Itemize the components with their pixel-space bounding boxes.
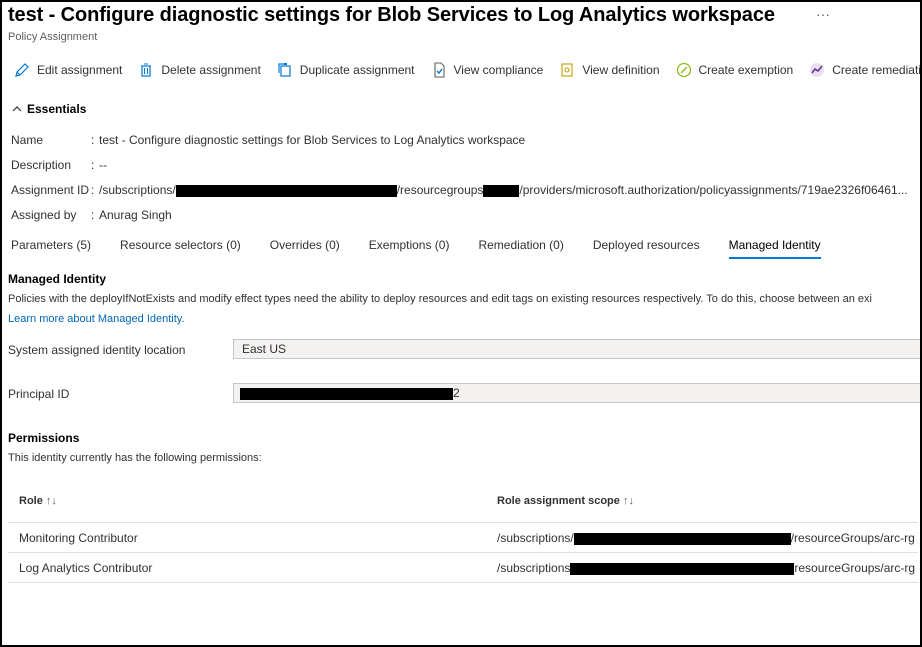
create-exemption-label: Create exemption <box>698 63 794 77</box>
duplicate-assignment-label: Duplicate assignment <box>299 63 415 77</box>
sort-icon: ↑↓ <box>45 495 57 507</box>
table-divider <box>8 552 918 553</box>
scope-prefix: /subscriptions/ <box>497 531 574 545</box>
scope-suffix: resourceGroups/arc-rg <box>794 561 916 575</box>
table-row-scope: /subscriptions/ /resourceGroups/arc-rg <box>497 531 915 545</box>
view-definition-label: View definition <box>582 63 660 77</box>
redacted-block <box>483 184 520 197</box>
managed-identity-description: Policies with the deployIfNotExists and … <box>8 293 872 305</box>
trash-icon <box>141 63 152 77</box>
column-header-scope[interactable]: Role assignment scope ↑↓ <box>497 495 634 507</box>
table-row-scope: /subscriptions resourceGroups/arc-rg <box>497 561 915 575</box>
essentials-name-value: test - Configure diagnostic settings for… <box>99 133 526 147</box>
essentials-description-value: -- <box>99 158 107 172</box>
redacted-block <box>175 184 397 197</box>
principal-id-label: Principal ID <box>8 387 70 401</box>
page-title: test - Configure diagnostic settings for… <box>8 4 775 26</box>
view-compliance-label: View compliance <box>453 63 544 77</box>
column-header-scope-label: Role assignment scope <box>497 495 620 507</box>
tab-overrides[interactable]: Overrides (0) <box>270 238 340 259</box>
tab-bar: Parameters (5) Resource selectors (0) Ov… <box>11 238 850 259</box>
tab-parameters[interactable]: Parameters (5) <box>11 238 91 259</box>
redacted-block <box>573 532 791 545</box>
essentials-toggle[interactable]: Essentials <box>12 102 86 116</box>
create-remediation-task-button[interactable]: Create remediation tas <box>809 62 921 78</box>
assignment-id-part: /providers/microsoft.authorization/polic… <box>519 183 908 197</box>
essentials-heading: Essentials <box>27 102 87 116</box>
delete-assignment-label: Delete assignment <box>161 63 261 77</box>
definition-icon <box>561 63 573 77</box>
create-remediation-task-label: Create remediation tas <box>832 63 921 77</box>
table-row-role: Log Analytics Contributor <box>19 561 153 575</box>
create-exemption-button[interactable]: Create exemption <box>676 62 794 78</box>
duplicate-assignment-button[interactable]: Duplicate assignment <box>277 62 415 78</box>
permissions-description: This identity currently has the followin… <box>8 452 262 464</box>
edit-assignment-label: Edit assignment <box>37 63 123 77</box>
column-header-role[interactable]: Role ↑↓ <box>19 495 57 507</box>
tab-remediation[interactable]: Remediation (0) <box>478 238 563 259</box>
compliance-icon <box>433 62 445 78</box>
table-divider <box>8 582 918 583</box>
scope-prefix: /subscriptions <box>497 561 571 575</box>
essentials-name-label: Name <box>11 133 44 147</box>
redacted-block <box>570 562 795 575</box>
edit-assignment-button[interactable]: Edit assignment <box>14 62 122 78</box>
page-subtitle: Policy Assignment <box>8 31 98 43</box>
learn-more-managed-identity-link[interactable]: Learn more about Managed Identity. <box>8 313 185 325</box>
scope-suffix: /resourceGroups/arc-rg <box>790 531 915 545</box>
essentials-separator: : <box>91 158 95 172</box>
tab-deployed-resources[interactable]: Deployed resources <box>593 238 700 259</box>
duplicate-icon <box>278 63 291 77</box>
view-compliance-button[interactable]: View compliance <box>431 62 544 78</box>
pencil-icon <box>15 63 29 77</box>
tab-managed-identity[interactable]: Managed Identity <box>728 238 821 259</box>
command-bar: Edit assignment Delete assignment Duplic… <box>14 60 921 80</box>
tab-exemptions[interactable]: Exemptions (0) <box>369 238 450 259</box>
essentials-description-label: Description <box>11 158 72 172</box>
essentials-separator: : <box>91 208 95 222</box>
table-divider <box>8 522 918 523</box>
principal-id-suffix: 2 <box>453 386 460 400</box>
managed-identity-heading: Managed Identity <box>8 272 107 286</box>
chevron-up-icon <box>12 106 22 112</box>
remediation-icon <box>810 63 825 77</box>
exemption-icon <box>676 62 691 78</box>
permissions-heading: Permissions <box>8 431 80 445</box>
redacted-block <box>240 387 453 400</box>
essentials-assigned-by-value: Anurag Singh <box>99 208 172 222</box>
assignment-id-part: /subscriptions/ <box>99 183 176 197</box>
column-header-role-label: Role <box>19 495 43 507</box>
tab-resource-selectors[interactable]: Resource selectors (0) <box>120 238 241 259</box>
more-options-button[interactable]: ··· <box>816 6 830 22</box>
view-definition-button[interactable]: View definition <box>559 62 660 78</box>
essentials-separator: : <box>91 133 95 147</box>
delete-assignment-button[interactable]: Delete assignment <box>138 62 261 78</box>
identity-location-label: System assigned identity location <box>8 343 186 357</box>
policy-assignment-blade: test - Configure diagnostic settings for… <box>0 0 922 647</box>
identity-location-field: East US <box>233 339 920 359</box>
sort-icon: ↑↓ <box>622 495 634 507</box>
table-row-role: Monitoring Contributor <box>19 531 138 545</box>
essentials-assignment-id-value: /subscriptions/ /resourcegroups/providers… <box>99 183 908 197</box>
essentials-assigned-by-label: Assigned by <box>11 208 77 222</box>
essentials-assignment-id-label: Assignment ID <box>11 183 90 197</box>
assignment-id-part: /resourcegroups <box>396 183 484 197</box>
essentials-separator: : <box>91 183 95 197</box>
principal-id-field: 2 <box>233 383 920 403</box>
